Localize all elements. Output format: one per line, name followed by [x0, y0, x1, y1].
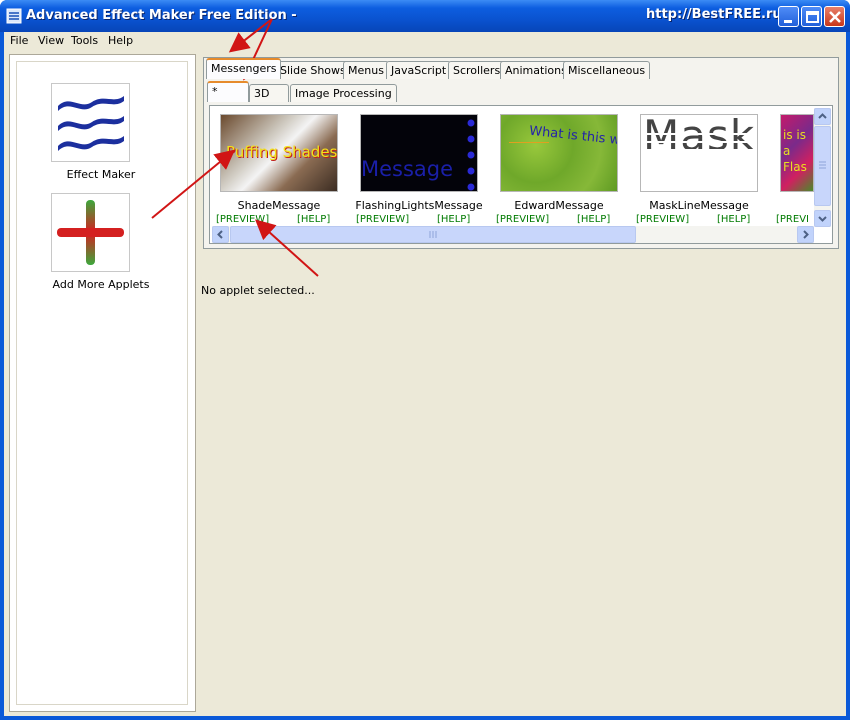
applet-gallery: Puffing Shades Message What is this wei … [209, 105, 833, 244]
flashing-lights-thumbnail[interactable]: Message [360, 114, 478, 192]
window-title: Advanced Effect Maker Free Edition - [26, 8, 297, 23]
close-button[interactable] [824, 6, 845, 27]
edward-message-thumbnail[interactable]: What is this wei [500, 114, 618, 192]
menu-help[interactable]: Help [104, 33, 137, 48]
watermark-text: http://BestFREE.ru [646, 7, 782, 22]
applet-name-flashing: FlashingLightsMessage [355, 199, 483, 212]
thumbnail-text: is is a Flas [783, 128, 807, 174]
help-link[interactable]: [HELP] [297, 214, 330, 225]
vertical-scroll-thumb[interactable] [814, 126, 831, 206]
grip-icon [819, 161, 826, 169]
sidebar-inner: Effect Maker Add More Applets [16, 61, 188, 705]
lights-icon [467, 119, 475, 191]
tab-messengers[interactable]: Messengers [206, 58, 282, 79]
horizontal-scroll-thumb[interactable] [230, 226, 636, 243]
tab-javascript[interactable]: JavaScript [386, 61, 452, 79]
help-link[interactable]: [HELP] [437, 214, 470, 225]
mask-line-thumbnail[interactable]: MaskL [640, 114, 758, 192]
close-icon [829, 11, 841, 23]
thumbnail-text: Puffing Shades [226, 143, 338, 161]
add-applets-button[interactable] [51, 193, 130, 272]
app-window: Advanced Effect Maker Free Edition - htt… [0, 0, 850, 720]
preview-link[interactable]: [PREVIEW] [216, 214, 269, 225]
tab-animations[interactable]: Animations [500, 61, 572, 79]
preview-link[interactable]: [PREVI [776, 214, 814, 225]
effect-maker-button[interactable] [51, 83, 130, 162]
scroll-down-button[interactable] [814, 210, 831, 227]
sidebar-item-effect-maker[interactable]: Effect Maker [21, 168, 181, 181]
shade-message-thumbnail[interactable]: Puffing Shades [220, 114, 338, 192]
minimize-button[interactable] [778, 6, 799, 27]
horizontal-scrollbar[interactable] [212, 226, 814, 243]
tab-control: Messengers Slide Shows Menus JavaScript … [203, 57, 839, 249]
client-area: File View Tools Help Effect Maker Add Mo… [4, 32, 846, 716]
waves-icon [58, 96, 124, 151]
help-link[interactable]: [HELP] [717, 214, 750, 225]
preview-link[interactable]: [PREVIEW] [636, 214, 689, 225]
title-bar[interactable]: Advanced Effect Maker Free Edition - htt… [0, 0, 850, 32]
sidebar: Effect Maker Add More Applets [9, 54, 196, 712]
subtab-3d[interactable]: 3D [249, 84, 289, 102]
preview-link[interactable]: [PREVIEW] [356, 214, 409, 225]
subtab-image-processing[interactable]: Image Processing [290, 84, 397, 102]
tab-scrollers[interactable]: Scrollers [448, 61, 506, 79]
menu-file[interactable]: File [6, 33, 32, 48]
chevron-up-icon [818, 113, 827, 119]
help-link[interactable]: [HELP] [577, 214, 610, 225]
thumbnail-text: What is this wei [528, 123, 618, 150]
scroll-left-button[interactable] [212, 226, 229, 243]
menu-view[interactable]: View [34, 33, 68, 48]
maximize-button[interactable] [801, 6, 822, 27]
thumbnail-line [509, 142, 549, 143]
sidebar-item-add-applets[interactable]: Add More Applets [21, 278, 181, 291]
status-text: No applet selected... [201, 284, 315, 297]
chevron-down-icon [818, 216, 827, 222]
preview-link[interactable]: [PREVIEW] [496, 214, 549, 225]
menu-tools[interactable]: Tools [67, 33, 102, 48]
applet-name-shade: ShadeMessage [237, 199, 321, 212]
vertical-scrollbar[interactable] [814, 108, 831, 227]
tab-menus[interactable]: Menus [343, 61, 389, 79]
plus-icon [57, 200, 124, 265]
chevron-right-icon [803, 230, 809, 239]
applet-name-maskline: MaskLineMessage [649, 199, 749, 212]
flash-message-thumbnail[interactable]: is is a Flas [780, 114, 814, 192]
subtab-all[interactable]: * [207, 81, 249, 102]
maximize-icon [806, 11, 819, 23]
scroll-up-button[interactable] [814, 108, 831, 125]
applet-name-edward: EdwardMessage [514, 199, 604, 212]
mask-lines [641, 133, 757, 159]
minimize-icon [784, 20, 792, 23]
app-icon [6, 8, 22, 24]
main-panel: Messengers Slide Shows Menus JavaScript … [198, 54, 842, 712]
tab-miscellaneous[interactable]: Miscellaneous [563, 61, 651, 79]
scroll-right-button[interactable] [797, 226, 814, 243]
chevron-left-icon [217, 230, 223, 239]
grip-icon [429, 231, 437, 238]
tab-slide-shows[interactable]: Slide Shows [275, 61, 351, 79]
menu-bar: File View Tools Help [4, 32, 846, 52]
